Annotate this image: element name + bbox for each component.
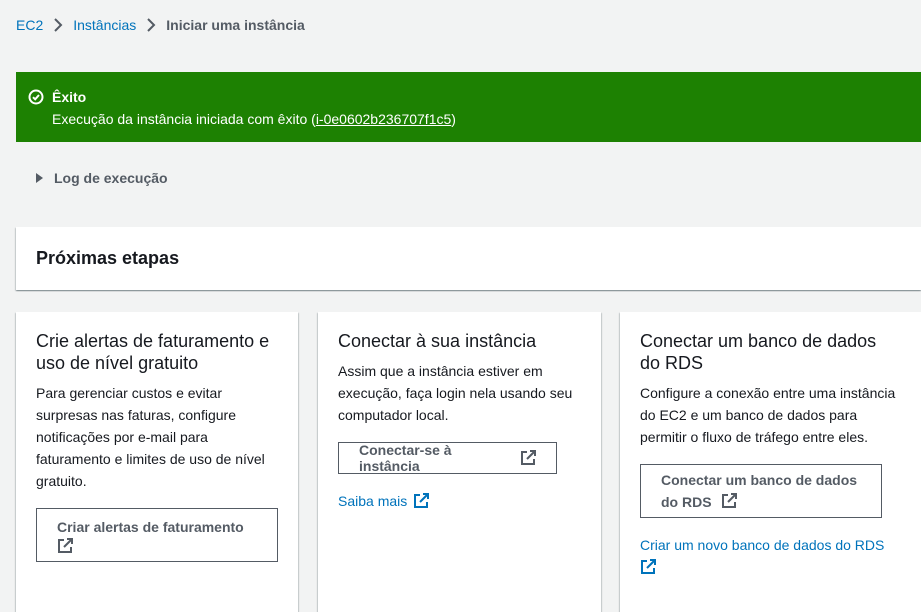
create-rds-icon-row: [640, 556, 890, 578]
caret-right-icon: [36, 173, 43, 183]
learn-more-link[interactable]: Saiba mais: [338, 490, 407, 512]
create-billing-alerts-button[interactable]: Criar alertas de faturamento: [36, 508, 278, 562]
next-steps-container: Próximas etapas: [16, 227, 921, 290]
card-title: Crie alertas de faturamento e uso de nív…: [36, 331, 270, 373]
learn-more-row: Saiba mais: [338, 490, 581, 512]
connect-instance-card: Conectar à sua instância Assim que a ins…: [318, 312, 601, 612]
next-steps-title: Próximas etapas: [36, 248, 180, 268]
breadcrumb-instances[interactable]: Instâncias: [73, 17, 136, 33]
flash-message: Execução da instância iniciada com êxito…: [52, 109, 909, 129]
external-link-icon: [721, 493, 738, 509]
breadcrumb: EC2 Instâncias Iniciar uma instância: [16, 15, 305, 35]
card-description: Para gerenciar custos e evitar surpresas…: [36, 385, 265, 489]
create-rds-row: Criar um novo banco de dados do RDS: [640, 534, 890, 578]
flash-header: Êxito: [28, 87, 909, 107]
success-flash: Êxito Execução da instância iniciada com…: [16, 72, 921, 142]
check-circle-icon: [28, 89, 44, 105]
button-label: Criar alertas de faturamento: [57, 519, 244, 535]
create-rds-database-link[interactable]: Criar um novo banco de dados do RDS: [640, 537, 884, 553]
card-title: Conectar à sua instância: [338, 331, 537, 351]
connect-to-instance-button[interactable]: Conectar-se à instância: [338, 442, 557, 474]
connect-rds-card: Conectar um banco de dados do RDS Config…: [620, 312, 921, 612]
breadcrumb-ec2[interactable]: EC2: [16, 17, 43, 33]
external-link-icon: [413, 493, 430, 509]
card-description: Configure a conexão entre uma instância …: [640, 385, 896, 445]
card-description: Assim que a instância estiver em execuçã…: [338, 363, 573, 423]
launch-log-expander[interactable]: Log de execução: [36, 168, 168, 188]
connect-rds-database-button[interactable]: Conectar um banco de dados do RDS: [640, 464, 882, 518]
external-link-icon: [520, 450, 536, 466]
billing-alerts-card: Crie alertas de faturamento e uso de nív…: [16, 312, 298, 612]
flash-message-suffix: ): [451, 111, 456, 127]
external-link-icon: [640, 559, 656, 575]
external-link-icon: [57, 538, 73, 554]
breadcrumb-current: Iniciar uma instância: [166, 17, 305, 33]
instance-id-link[interactable]: i-0e0602b236707f1c5: [316, 111, 451, 127]
card-title: Conectar um banco de dados do RDS: [640, 331, 877, 373]
button-label: Conectar-se à instância: [359, 442, 452, 474]
chevron-right-icon: [136, 15, 166, 35]
chevron-right-icon: [43, 15, 73, 35]
button-label: Conectar um banco de dados do RDS: [661, 472, 858, 510]
launch-log-label: Log de execução: [54, 170, 168, 186]
flash-title: Êxito: [52, 89, 87, 105]
flash-message-prefix: Execução da instância iniciada com êxito…: [52, 111, 316, 127]
